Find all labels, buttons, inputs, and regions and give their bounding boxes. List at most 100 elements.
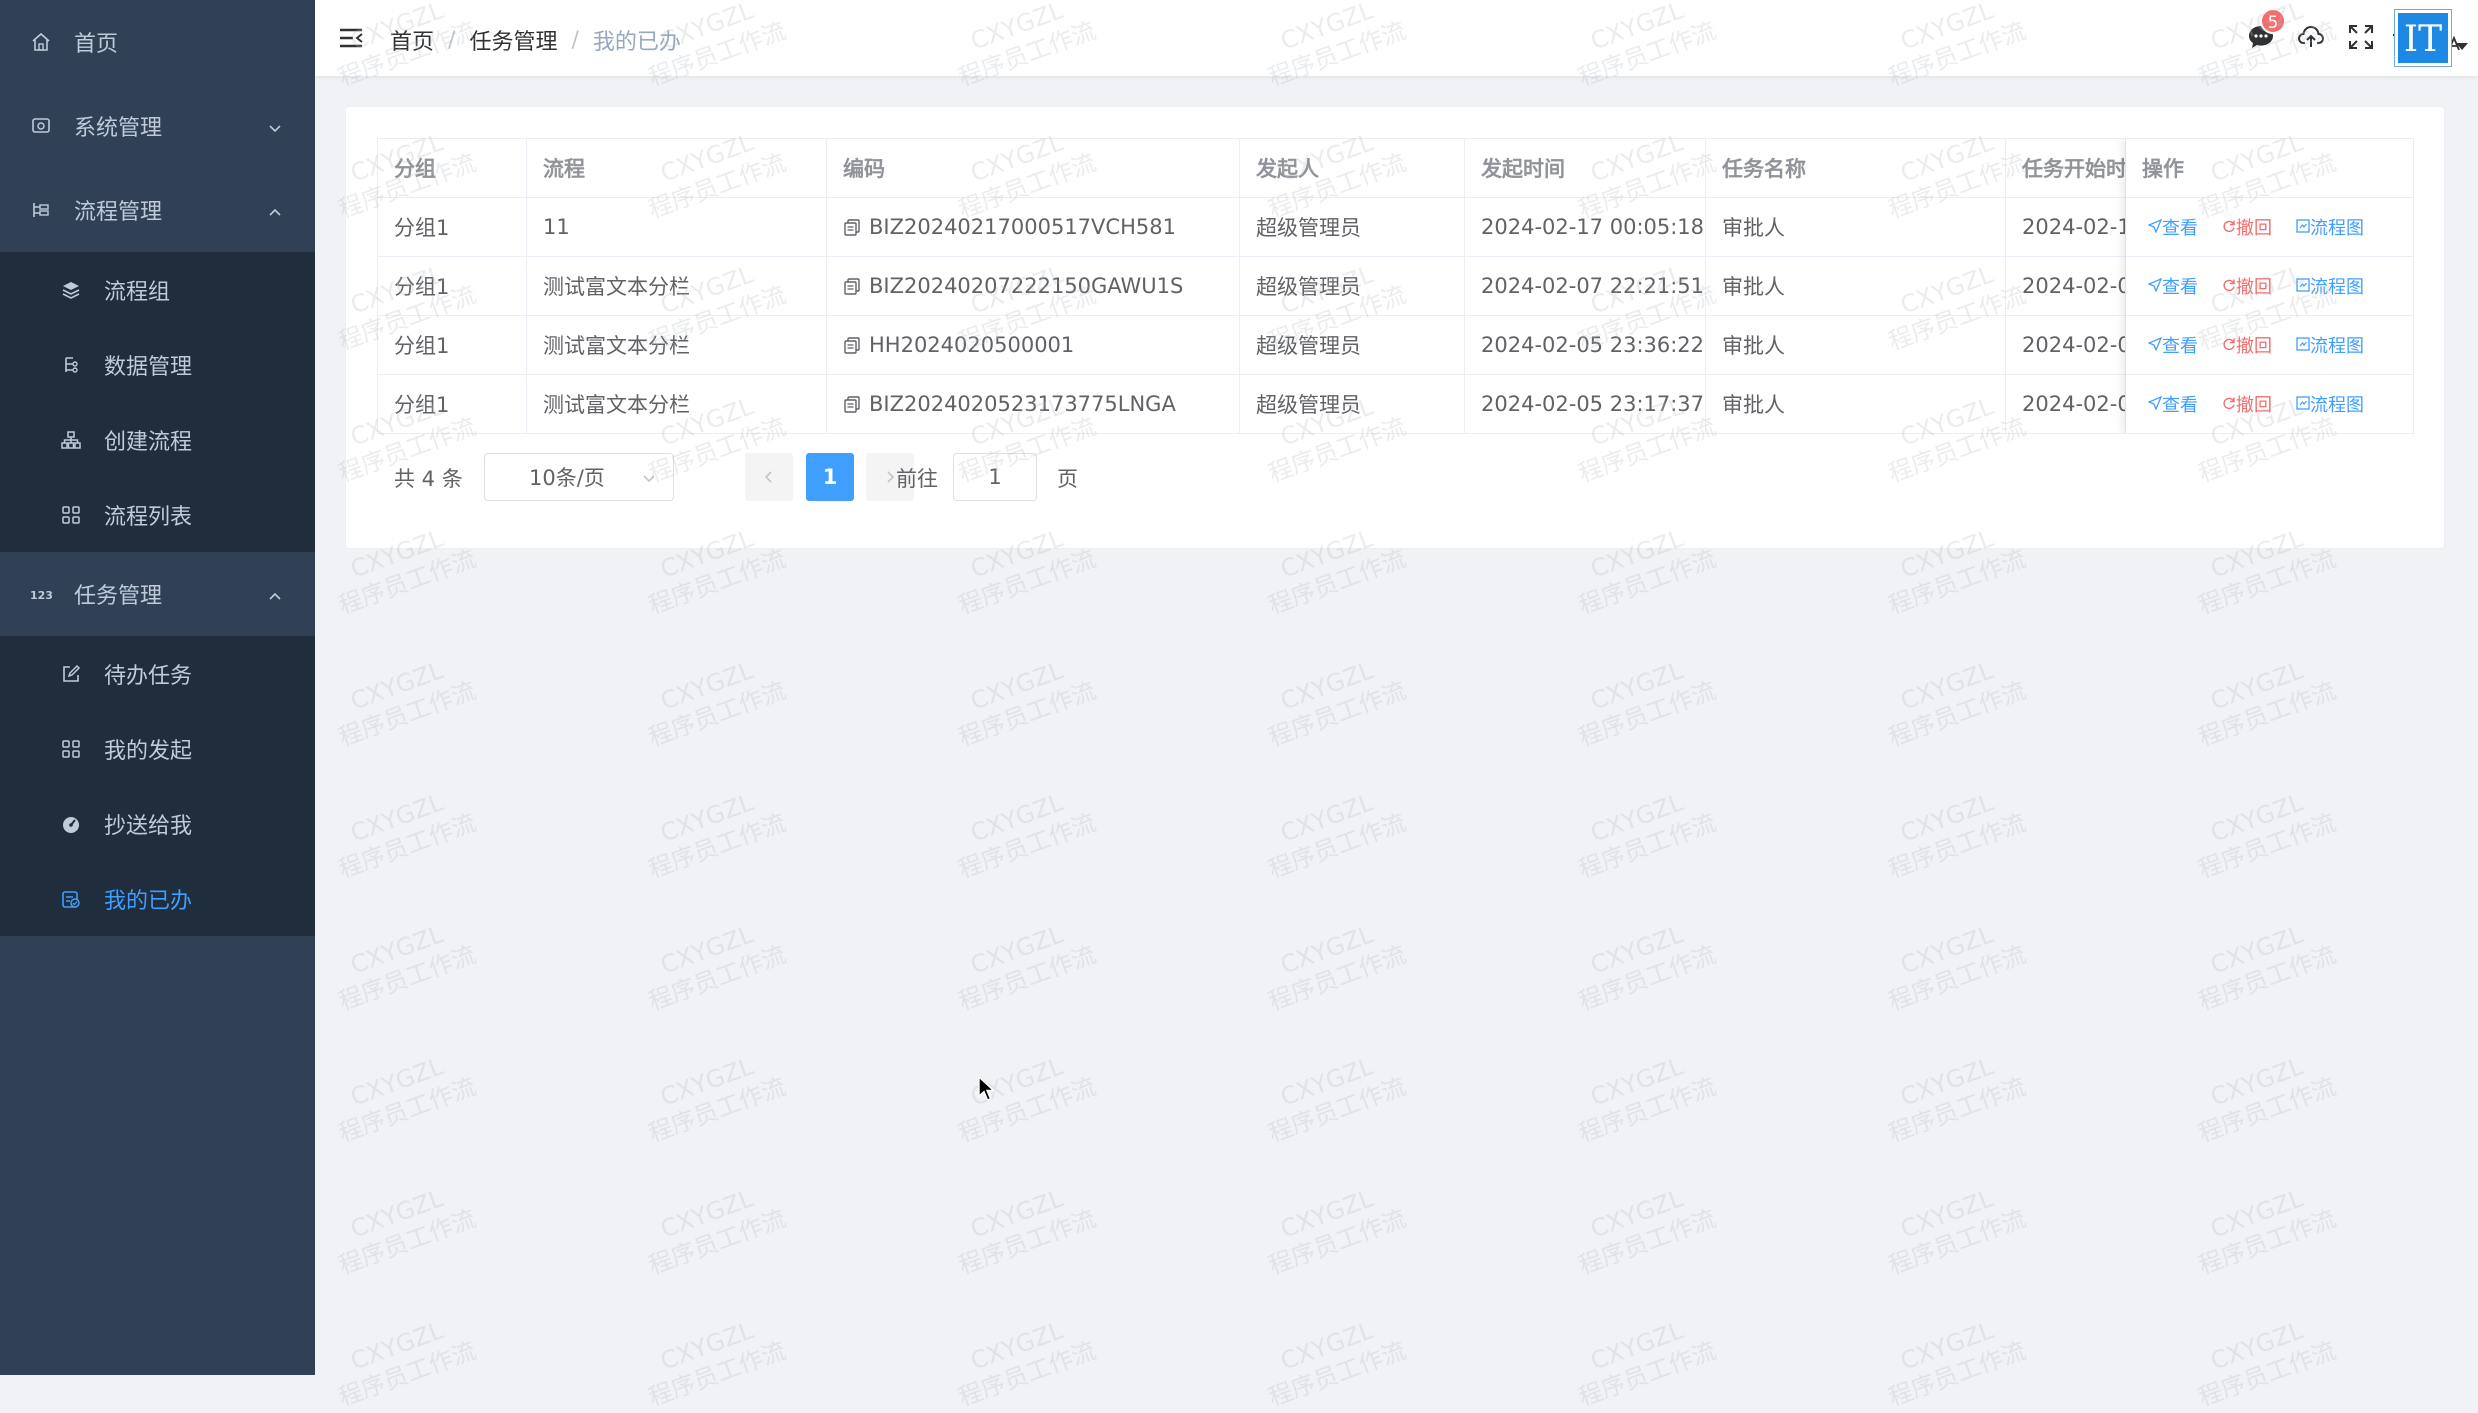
breadcrumb-task-management[interactable]: 任务管理 [469, 24, 557, 56]
watermark: CXYGZL 程序员工作流 [1874, 1043, 2030, 1149]
sidebar-item-data-management[interactable]: 数据管理 [0, 327, 315, 402]
goto-page-input[interactable] [953, 453, 1037, 501]
copy-icon[interactable] [843, 277, 861, 295]
watermark-line: CXYGZL [2206, 920, 2307, 980]
watermark-line: 程序员工作流 [1884, 544, 2030, 620]
page-size-select[interactable]: 10条/页 [484, 453, 674, 501]
column-header: 分组 [378, 139, 527, 198]
flowchart-button[interactable]: 流程图 [2296, 332, 2364, 358]
revoke-button[interactable]: 撤回 [2222, 332, 2272, 358]
revoke-button[interactable]: 撤回 [2222, 273, 2272, 299]
cell-code: BIZ20240207222150GAWU1S [827, 257, 1240, 316]
menu-home[interactable]: 首页 [0, 0, 315, 84]
cell-text: 超级管理员 [1256, 393, 1361, 417]
view-button[interactable]: 查看 [2147, 332, 2198, 358]
watermark-line: 程序员工作流 [954, 1336, 1100, 1412]
watermark-line: 程序员工作流 [1264, 808, 1410, 884]
view-button[interactable]: 查看 [2147, 273, 2198, 299]
fullscreen-icon[interactable] [2346, 22, 2376, 52]
copy-icon[interactable] [843, 336, 861, 354]
watermark-line: CXYGZL [966, 920, 1067, 980]
watermark-line: 程序员工作流 [334, 676, 480, 752]
cell-code: BIZ2024020523173775LNGA [827, 375, 1240, 433]
hamburger-icon[interactable] [337, 24, 365, 52]
page-number-button[interactable]: 1 [806, 453, 854, 501]
watermark-line: 程序员工作流 [1264, 1336, 1410, 1412]
watermark-line: CXYGZL [346, 1184, 447, 1244]
cell-start-time: 2024-02-05 23:17:37 [1465, 375, 1706, 433]
watermark-line: CXYGZL [1276, 1184, 1377, 1244]
upload-cloud-icon[interactable] [2296, 22, 2326, 52]
copy-icon[interactable] [843, 395, 861, 413]
watermark: CXYGZL 程序员工作流 [634, 779, 790, 885]
content-card: 分组 流程 编码 发起人 发起时间 任务名称 任务开始时 分组1 11 BIZ2024021700… [345, 106, 2445, 549]
sidebar-item-my-started[interactable]: 我的发起 [0, 711, 315, 786]
chevron-down-icon [267, 118, 283, 143]
cell-start-time: 2024-02-07 22:21:51 [1465, 257, 1706, 316]
watermark-line: CXYGZL [1276, 920, 1377, 980]
revoke-button[interactable]: 撤回 [2222, 214, 2272, 240]
done-tasks-table: 分组 流程 编码 发起人 发起时间 任务名称 任务开始时 分组1 11 BIZ2024021700… [377, 138, 2414, 434]
sidebar-item-label: 我的已办 [104, 888, 193, 914]
watermark-line: CXYGZL [1896, 1052, 1997, 1112]
cell-task-name: 审批人 [1706, 316, 2006, 375]
flowchart-button[interactable]: 流程图 [2296, 391, 2364, 417]
sidebar-item-create-process[interactable]: 创建流程 [0, 402, 315, 477]
column-header: 编码 [827, 139, 1240, 198]
breadcrumb-home[interactable]: 首页 [390, 24, 434, 56]
cell-text: BIZ2024020523173775LNGA [869, 392, 1176, 416]
mouse-cursor-icon [978, 1075, 996, 1106]
menu-task[interactable]: 123 任务管理 [0, 552, 315, 636]
watermark-line: CXYGZL [656, 1184, 757, 1244]
cell-group: 分组1 [378, 198, 527, 257]
menu-process[interactable]: 流程管理 [0, 168, 315, 252]
svg-text:123: 123 [30, 589, 52, 602]
sidebar-item-process-group[interactable]: 流程组 [0, 252, 315, 327]
pagination-total: 共 4 条 [394, 467, 463, 491]
watermark-line: CXYGZL [346, 1052, 447, 1112]
watermark: CXYGZL 程序员工作流 [324, 911, 480, 1017]
watermark: CXYGZL 程序员工作流 [634, 647, 790, 753]
copy-icon[interactable] [843, 218, 861, 236]
cell-text: 超级管理员 [1256, 334, 1361, 358]
sidebar-item-cc-me[interactable]: 抄送给我 [0, 786, 315, 861]
watermark: CXYGZL 程序员工作流 [324, 1175, 480, 1281]
column-header: 发起人 [1240, 139, 1465, 198]
flowchart-button[interactable]: 流程图 [2296, 273, 2364, 299]
watermark-line: 程序员工作流 [644, 676, 790, 752]
revoke-button[interactable]: 撤回 [2222, 391, 2272, 417]
message-icon[interactable]: 5 [2246, 8, 2286, 52]
avatar[interactable]: IT [2394, 9, 2452, 67]
cell-task-start: 2024-02-0 [2006, 375, 2126, 433]
org-chart-icon [60, 429, 82, 451]
menu-system[interactable]: 系统管理 [0, 84, 315, 168]
watermark-line: CXYGZL [2206, 1052, 2307, 1112]
revoke-label: 撤回 [2236, 395, 2272, 416]
revoke-label: 撤回 [2236, 277, 2272, 298]
sidebar-item-todo[interactable]: 待办任务 [0, 636, 315, 711]
cell-process: 测试富文本分栏 [527, 316, 827, 375]
watermark-line: 程序员工作流 [644, 544, 790, 620]
cell-start-time: 2024-02-17 00:05:18 [1465, 198, 1706, 257]
view-button[interactable]: 查看 [2147, 214, 2198, 240]
sidebar-item-process-list[interactable]: 流程列表 [0, 477, 315, 552]
grid-icon [60, 738, 82, 760]
cell-initiator: 超级管理员 [1240, 316, 1465, 375]
watermark: CXYGZL 程序员工作流 [1564, 779, 1720, 885]
caret-down-icon[interactable] [2456, 36, 2468, 55]
watermark-line: 程序员工作流 [954, 676, 1100, 752]
view-label: 查看 [2162, 395, 2198, 416]
watermark: CXYGZL 程序员工作流 [2184, 1043, 2340, 1149]
sidebar-item-my-done[interactable]: 我的已办 [0, 861, 315, 936]
watermark-line: 程序员工作流 [334, 808, 480, 884]
sidebar-item-label: 待办任务 [104, 663, 193, 689]
flowchart-button[interactable]: 流程图 [2296, 214, 2364, 240]
prev-page-button[interactable] [745, 453, 793, 501]
watermark-line: CXYGZL [1896, 1316, 1997, 1376]
watermark-line: CXYGZL [1586, 656, 1687, 716]
view-button[interactable]: 查看 [2147, 391, 2198, 417]
watermark: CXYGZL 程序员工作流 [324, 1307, 480, 1413]
dashboard-icon [60, 813, 82, 835]
watermark: CXYGZL 程序员工作流 [1564, 1175, 1720, 1281]
column-header: 流程 [527, 139, 827, 198]
